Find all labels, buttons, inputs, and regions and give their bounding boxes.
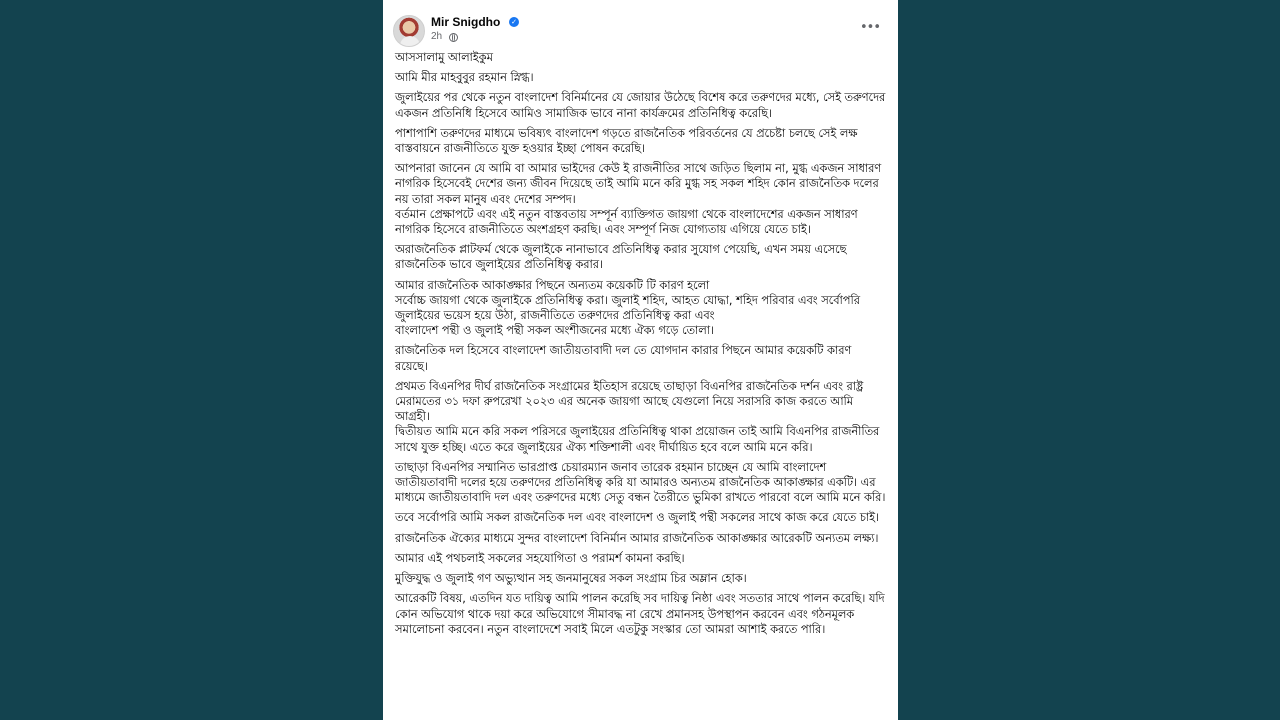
- post-paragraph: জুলাইয়ের পর থেকে নতুন বাংলাদেশ বিনির্মা…: [395, 91, 886, 120]
- post-paragraph: আমার এই পথচলাই সকলের সহযোগিতা ও পরামর্শ …: [395, 551, 685, 565]
- more-options-icon[interactable]: •••: [858, 18, 882, 38]
- post-header: Mir Snigdho ✓ 2h •••: [393, 14, 888, 48]
- post-paragraph: তবে সর্বোপরি আমি সকল রাজনৈতিক দল এবং বাং…: [395, 511, 880, 525]
- avatar-figure: [400, 36, 420, 46]
- post-paragraph: আপনারা জানেন যে আমি বা আমার ভাইদের কেউ ই…: [395, 162, 882, 237]
- post-timestamp[interactable]: 2h: [431, 31, 442, 42]
- post-paragraph: পাশাপাশি তরুণদের মাধ্যমে ভবিষ্যৎ বাংলাদে…: [395, 126, 858, 156]
- post-paragraph: তাছাড়া বিএনপির সম্মানিত ভারপ্রাপ্ত চেয়…: [395, 460, 886, 505]
- post-paragraph: প্রথমত বিএনপির দীর্ঘ রাজনৈতিক সংগ্রামের …: [395, 379, 880, 454]
- verified-badge-icon: ✓: [509, 17, 519, 27]
- post-paragraph: আমার রাজনৈতিক আকাঙ্ক্ষার পিছনে অন্যতম কয…: [395, 278, 860, 338]
- globe-icon: [449, 33, 458, 42]
- post-paragraph: আমি মীর মাহবুবুর রহমান স্নিগ্ধ।: [395, 71, 534, 85]
- post-paragraph: অরাজনৈতিক প্লাটফর্ম থেকে জুলাইকে নানাভাব…: [395, 243, 847, 272]
- avatar[interactable]: [393, 15, 425, 47]
- post-paragraph: রাজনৈতিক ঐক্যের মাধ্যমে সুন্দর বাংলাদেশ …: [395, 531, 879, 545]
- author-name[interactable]: Mir Snigdho: [431, 15, 500, 29]
- post-paragraph: মুক্তিযুদ্ধ ও জুলাই গণ অভ্যুত্থান সহ জনম…: [395, 572, 747, 586]
- post-body: আসসালামু আলাইকুম আমি মীর মাহবুবুর রহমান …: [395, 50, 887, 642]
- post-paragraph: আসসালামু আলাইকুম: [395, 51, 493, 64]
- post-paragraph: রাজনৈতিক দল হিসেবে বাংলাদেশ জাতীয়তাবাদী…: [395, 344, 852, 373]
- post-paragraph: আরেকটি বিষয়, এতদিন যত দায়িত্ব আমি পালন…: [395, 592, 885, 636]
- facebook-post-card: Mir Snigdho ✓ 2h ••• আসসালামু আলাইকুম আম…: [383, 0, 898, 720]
